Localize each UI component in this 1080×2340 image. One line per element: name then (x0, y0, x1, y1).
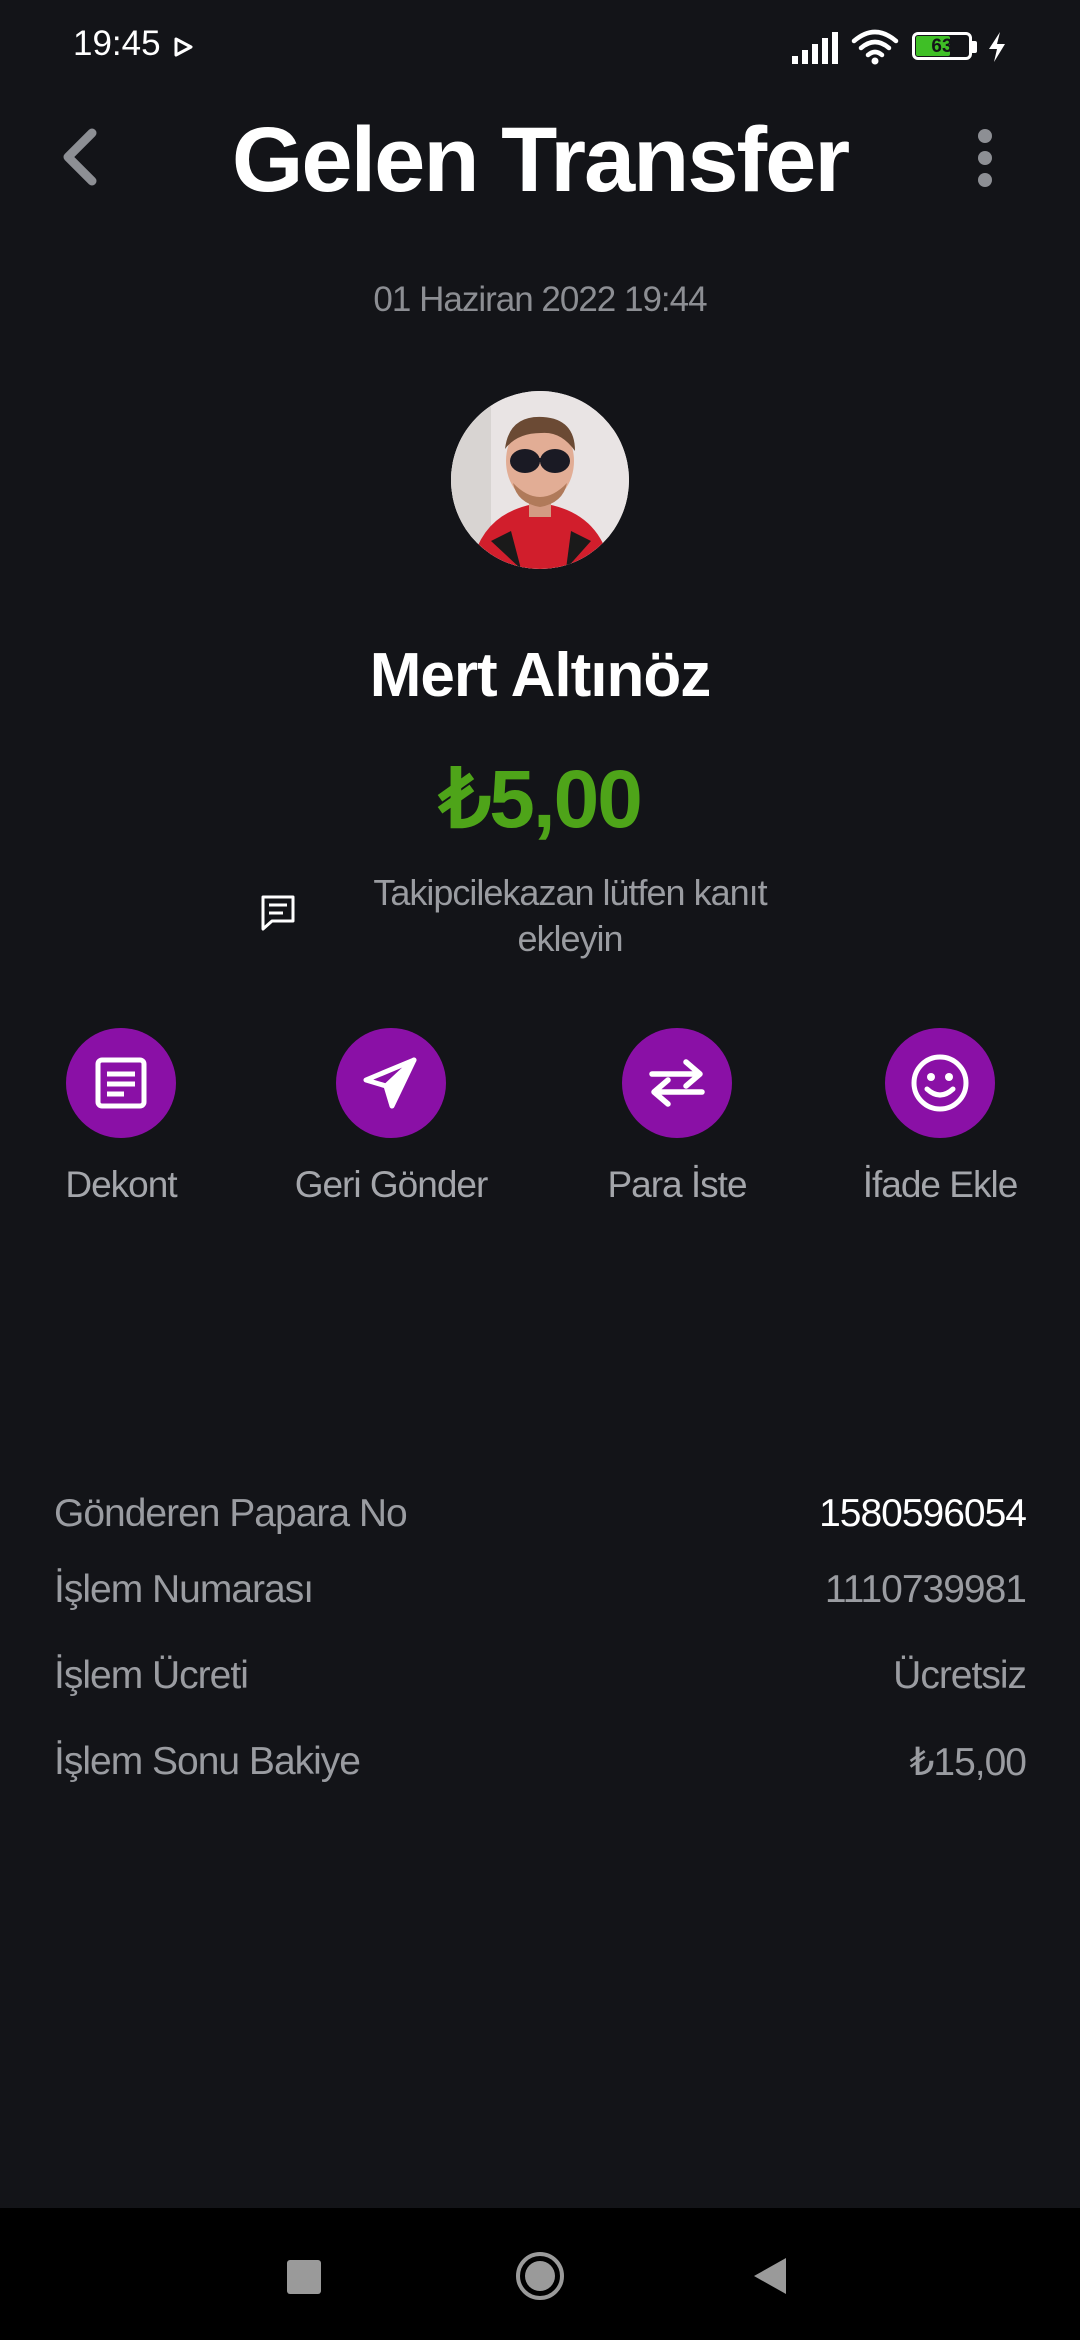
message-icon (258, 893, 298, 938)
swap-icon (649, 1059, 705, 1107)
detail-row-fee: İşlem Ücreti Ücretsiz (54, 1654, 1027, 1740)
receipt-icon (95, 1057, 147, 1109)
sender-name: Mert Altınöz (369, 641, 711, 710)
add-reaction-label: İfade Ekle (862, 1164, 1019, 1205)
transfer-note: Takipcilekazan lütfen kanıt ekleyin (373, 872, 767, 959)
detail-label: İşlem Sonu Bakiye (54, 1740, 361, 1783)
home-icon[interactable] (514, 2250, 566, 2307)
receipt-button[interactable]: Dekont (1, 1028, 241, 1206)
signal-icon (790, 30, 840, 71)
battery-level: 63 (931, 36, 953, 57)
detail-row-sender-no: Gönderen Papara No 1580596054 (54, 1492, 1027, 1568)
page-title: Gelen Transfer (231, 109, 850, 211)
sender-papara-no[interactable]: 1580596054 (819, 1492, 1027, 1536)
send-back-button[interactable]: Geri Gönder (271, 1028, 511, 1206)
request-money-label: Para İste (607, 1164, 747, 1205)
transaction-number: 1110739981 (824, 1568, 1027, 1611)
play-icon (172, 36, 194, 63)
transaction-fee: Ücretsiz (893, 1654, 1027, 1697)
back-button[interactable] (40, 112, 120, 202)
transfer-amount: ₺5,00 (439, 754, 643, 845)
charging-icon (986, 30, 1008, 69)
status-bar: 19:45 63 (0, 0, 1080, 96)
status-time: 19:45 (73, 24, 161, 63)
detail-label: İşlem Ücreti (54, 1654, 249, 1697)
detail-row-balance: İşlem Sonu Bakiye ₺15,00 (54, 1740, 1027, 1826)
detail-row-transaction-no: İşlem Numarası 1110739981 (54, 1568, 1027, 1654)
detail-label: Gönderen Papara No (54, 1492, 408, 1535)
balance-after: ₺15,00 (909, 1741, 1027, 1784)
send-icon (363, 1057, 417, 1109)
app-bar: Gelen Transfer (0, 100, 1080, 220)
wifi-icon (851, 28, 899, 71)
transaction-date: 01 Haziran 2022 19:44 (373, 280, 707, 319)
transaction-details: Gönderen Papara No 1580596054 İşlem Numa… (54, 1492, 1027, 1826)
navigation-bar (0, 2208, 1080, 2340)
avatar (451, 391, 629, 569)
recents-icon[interactable] (287, 2260, 321, 2294)
add-reaction-button[interactable]: İfade Ekle (820, 1028, 1060, 1206)
more-options-button[interactable] (950, 118, 1020, 198)
detail-label: İşlem Numarası (54, 1568, 314, 1611)
more-vertical-icon (978, 129, 992, 187)
back-icon[interactable] (752, 2256, 788, 2301)
request-money-button[interactable]: Para İste (557, 1028, 797, 1206)
receipt-label: Dekont (65, 1164, 177, 1205)
send-back-label: Geri Gönder (294, 1164, 489, 1205)
chevron-left-icon (63, 128, 97, 186)
battery-icon: 63 (912, 32, 978, 64)
smiley-icon (911, 1054, 969, 1112)
